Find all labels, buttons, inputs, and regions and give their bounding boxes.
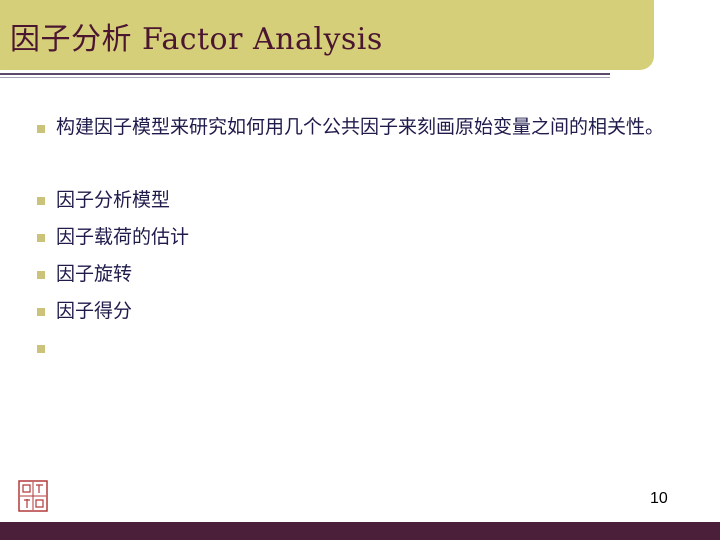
bullet-item: 因子载荷的估计	[34, 219, 694, 256]
bullet-item: 因子旋转	[34, 256, 694, 293]
title-underline-light	[0, 77, 610, 78]
bullet-text: 因子得分	[56, 300, 133, 322]
page-number: 10	[650, 490, 668, 507]
bullet-marker-icon	[37, 271, 45, 279]
bullet-marker-icon	[37, 308, 45, 316]
bullet-text: 因子分析模型	[56, 189, 171, 211]
bullet-text: 因子载荷的估计	[56, 226, 190, 248]
footer-bar	[0, 522, 720, 540]
bullet-text: 构建因子模型来研究如何用几个公共因子来刻画原始变量之间的相关性。	[56, 116, 665, 138]
title-underline	[0, 73, 610, 75]
bullet-item: 构建因子模型来研究如何用几个公共因子来刻画原始变量之间的相关性。	[34, 110, 694, 144]
bullet-text: 因子旋转	[56, 263, 133, 285]
bullet-item: 因子得分	[34, 293, 694, 330]
slide-title: 因子分析 Factor Analysis	[10, 22, 383, 57]
bullet-item: 因子分析模型	[34, 182, 694, 219]
bullet-marker-icon	[37, 345, 45, 353]
seal-stamp-icon	[18, 480, 48, 512]
bullet-list: 构建因子模型来研究如何用几个公共因子来刻画原始变量之间的相关性。 因子分析模型 …	[34, 110, 694, 353]
bullet-marker-icon	[37, 125, 45, 133]
bullet-marker-icon	[37, 197, 45, 205]
bullet-marker-icon	[37, 234, 45, 242]
